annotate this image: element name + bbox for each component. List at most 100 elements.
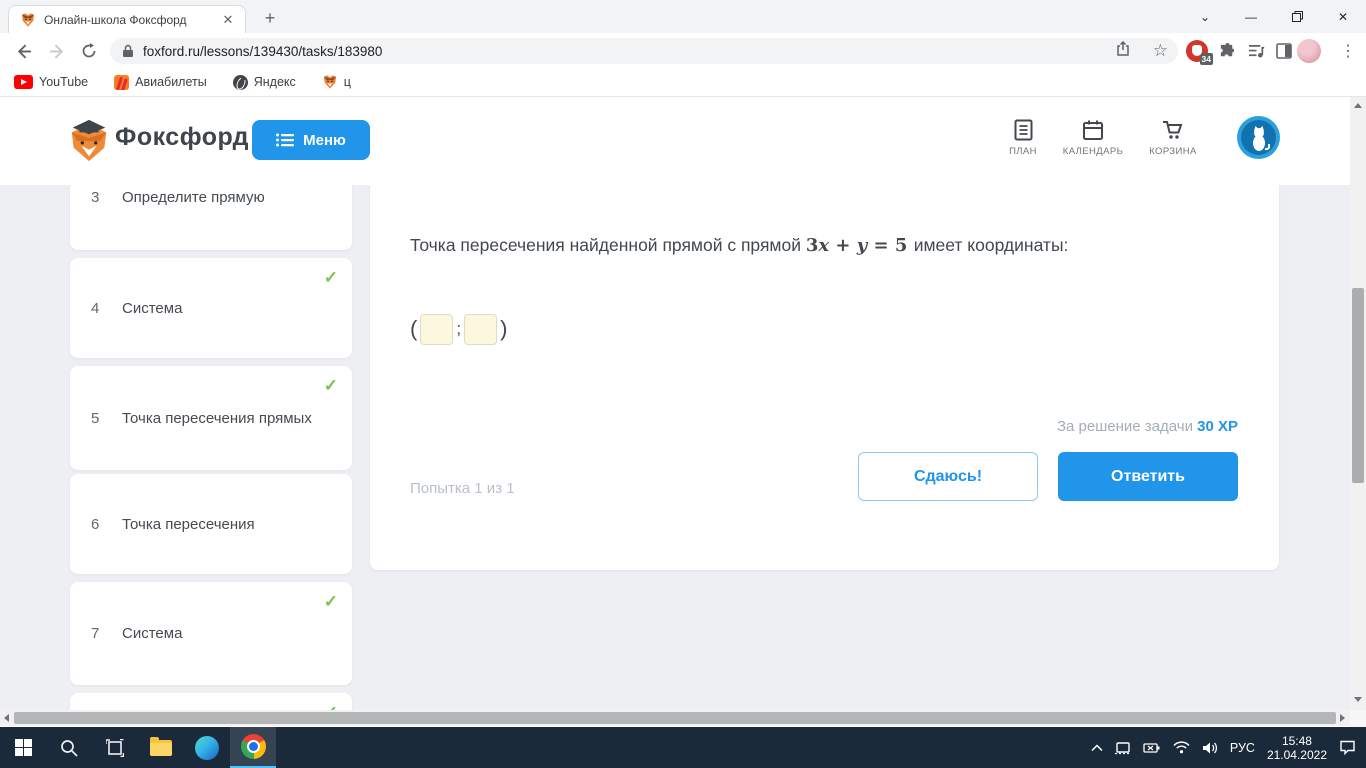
task-card-8[interactable]: ✓: [70, 693, 352, 710]
paren-open: (: [410, 316, 418, 341]
reload-icon[interactable]: [76, 38, 102, 64]
side-panel-icon[interactable]: [1271, 38, 1297, 64]
coordinate-x-input[interactable]: [420, 313, 454, 345]
window-restore-icon[interactable]: [1274, 0, 1320, 33]
forward-icon: [44, 38, 70, 64]
bookmark-label: Авиабилеты: [135, 75, 207, 89]
bookmark-yandex[interactable]: Яндекс: [232, 74, 296, 90]
volume-icon[interactable]: [1202, 741, 1218, 755]
list-icon: [276, 133, 295, 147]
calendar-icon: [1083, 120, 1103, 140]
extensions-puzzle-icon[interactable]: [1214, 38, 1240, 64]
bookmark-youtube[interactable]: YouTube: [14, 75, 88, 89]
foxford-favicon-icon: [22, 12, 34, 27]
browser-tab[interactable]: Онлайн-школа Фоксфорд ✕: [8, 5, 246, 33]
window-minimize-icon[interactable]: —: [1228, 0, 1274, 33]
lesson-body: 3 Определите прямую ✓ 4 Система ✓ 5 Точк…: [0, 185, 1350, 710]
clock[interactable]: 15:48 21.04.2022: [1267, 734, 1327, 762]
chrome-button[interactable]: [230, 727, 276, 768]
profile-avatar[interactable]: [1296, 38, 1322, 64]
vertical-scrollbar[interactable]: [1350, 97, 1366, 710]
edge-icon: [195, 735, 219, 760]
wifi-icon[interactable]: [1173, 741, 1190, 754]
task-panel: Точка пересечения найденной прямой с пря…: [370, 185, 1279, 570]
bookmark-foxford[interactable]: ц: [322, 74, 351, 90]
tray-expand-icon[interactable]: [1091, 743, 1103, 752]
file-explorer-button[interactable]: [138, 727, 184, 768]
language-indicator[interactable]: РУС: [1230, 741, 1255, 755]
browser-menu-icon[interactable]: ⋮: [1335, 38, 1361, 64]
tablet-mode-icon[interactable]: [1114, 741, 1131, 755]
date-text: 21.04.2022: [1266, 747, 1327, 762]
horizontal-scroll-thumb[interactable]: [14, 712, 1336, 724]
formula: 3x + y = 5: [805, 235, 908, 256]
url-text[interactable]: foxford.ru/lessons/139430/tasks/183980: [143, 44, 1115, 59]
scroll-right-icon[interactable]: [1340, 714, 1345, 722]
scroll-left-icon[interactable]: [4, 714, 9, 722]
nav-calendar[interactable]: КАЛЕНДАРЬ: [1058, 119, 1128, 157]
scroll-up-icon[interactable]: [1354, 103, 1362, 108]
browser-titlebar: Онлайн-школа Фоксфорд ✕ + ⌄ — ✕: [0, 0, 1366, 33]
windows-taskbar: РУС 15:48 21.04.2022: [0, 727, 1366, 768]
media-controls-icon[interactable]: [1243, 38, 1269, 64]
separator: ;: [456, 319, 462, 338]
tab-close-icon[interactable]: ✕: [219, 11, 237, 29]
edge-button[interactable]: [184, 727, 230, 768]
user-avatar[interactable]: [1237, 116, 1280, 159]
completed-check-icon: ✓: [323, 592, 338, 611]
time-text: 15:48: [1281, 733, 1312, 748]
share-icon[interactable]: [1115, 40, 1131, 62]
bookmark-label: ц: [343, 75, 351, 89]
cat-icon: [1252, 125, 1270, 151]
task-card-3[interactable]: 3 Определите прямую: [70, 185, 352, 250]
address-bar[interactable]: foxford.ru/lessons/139430/tasks/183980 ☆: [110, 38, 1178, 64]
nav-cart-label: КОРЗИНА: [1149, 146, 1197, 157]
question-text: Точка пересечения найденной прямой с пря…: [410, 235, 1230, 256]
window-chevron-icon[interactable]: ⌄: [1182, 0, 1228, 33]
tab-title: Онлайн-школа Фоксфорд: [44, 12, 187, 27]
reward-xp: 30 XP: [1197, 418, 1238, 435]
foxford-logo-icon[interactable]: [66, 117, 112, 165]
chrome-icon: [240, 734, 266, 759]
window-close-icon[interactable]: ✕: [1320, 0, 1366, 33]
menu-button[interactable]: Меню: [252, 120, 370, 160]
nav-cart[interactable]: КОРЗИНА: [1138, 119, 1208, 157]
browser-toolbar: foxford.ru/lessons/139430/tasks/183980 ☆…: [0, 33, 1366, 68]
action-center-icon[interactable]: [1339, 740, 1356, 755]
battery-icon[interactable]: [1143, 742, 1161, 754]
start-button[interactable]: [0, 727, 46, 768]
question-prefix: Точка пересечения найденной прямой с пря…: [410, 235, 801, 255]
task-card-4[interactable]: ✓ 4 Система: [70, 258, 352, 358]
task-view-button[interactable]: [92, 727, 138, 768]
task-card-5[interactable]: ✓ 5 Точка пересечения прямых: [70, 366, 352, 470]
task-card-7[interactable]: ✓ 7 Система: [70, 582, 352, 685]
task-number: 6: [91, 515, 100, 533]
attempt-counter: Попытка 1 из 1: [410, 480, 515, 497]
adblock-extension-icon[interactable]: 34: [1184, 38, 1213, 65]
search-icon: [61, 739, 78, 757]
horizontal-scrollbar[interactable]: [0, 710, 1350, 726]
bookmark-label: Яндекс: [253, 75, 296, 89]
task-card-6[interactable]: 6 Точка пересечения: [70, 474, 352, 574]
answer-button[interactable]: Ответить: [1058, 452, 1238, 501]
bookmark-star-icon[interactable]: ☆: [1153, 42, 1168, 59]
vertical-scroll-thumb[interactable]: [1352, 288, 1364, 483]
task-number: 4: [91, 299, 100, 317]
bookmarks-bar: YouTube Авиабилеты Яндекс ц: [0, 68, 1366, 97]
bookmark-aviabilety[interactable]: Авиабилеты: [114, 74, 207, 90]
coordinate-y-input[interactable]: [464, 313, 498, 345]
nav-plan[interactable]: ПЛАН: [988, 119, 1058, 157]
scroll-down-icon[interactable]: [1354, 697, 1362, 702]
completed-check-icon: ✓: [323, 376, 338, 395]
task-view-icon: [106, 738, 124, 757]
plan-icon: [1014, 119, 1032, 141]
web-page: Фоксфорд Меню ПЛАН КАЛЕНДАРЬ КОРЗИНА 3 О…: [0, 97, 1366, 727]
brand-title[interactable]: Фоксфорд: [115, 123, 249, 152]
back-icon[interactable]: [10, 38, 36, 64]
cart-icon: [1163, 121, 1183, 139]
nav-plan-label: ПЛАН: [1009, 146, 1037, 157]
task-number: 7: [91, 625, 100, 642]
new-tab-button[interactable]: +: [258, 7, 282, 31]
give-up-button[interactable]: Сдаюсь!: [858, 452, 1038, 501]
search-button[interactable]: [46, 727, 92, 768]
